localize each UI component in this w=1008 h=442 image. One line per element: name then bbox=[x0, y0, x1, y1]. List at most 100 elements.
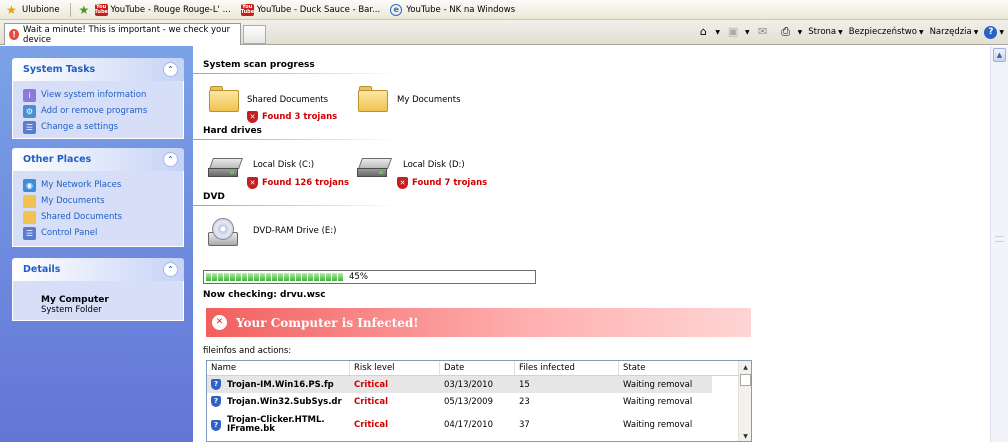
folder-icon[interactable] bbox=[209, 86, 239, 112]
table-row[interactable]: ? Trojan-Clicker.HTML. IFrame.bk Critical … bbox=[207, 410, 751, 440]
state: Waiting removal bbox=[623, 420, 693, 430]
home-button[interactable]: ⌂ ▼ bbox=[696, 25, 720, 39]
panel-item-label: My Documents bbox=[41, 196, 105, 206]
chevron-down-icon[interactable]: ▼ bbox=[715, 29, 720, 36]
risk-level: Critical bbox=[354, 396, 389, 407]
panel-item-label: My Network Places bbox=[41, 180, 122, 190]
favorites-button[interactable]: ★ Ulubione bbox=[6, 4, 60, 16]
progress-segment bbox=[260, 273, 265, 281]
ie-page-icon: e bbox=[390, 3, 403, 16]
column-header-name[interactable]: Name bbox=[207, 361, 350, 375]
programs-icon: ⚙ bbox=[23, 104, 36, 118]
progress-segment bbox=[224, 273, 229, 281]
table-header: Name Risk level Date Files infected Stat… bbox=[207, 361, 751, 376]
change-settings-link[interactable]: ☰ Change a settings bbox=[23, 119, 183, 135]
active-tab[interactable]: ! Wait a minute! This is important - we … bbox=[4, 23, 241, 45]
found-text: Found 126 trojans bbox=[262, 178, 350, 188]
page-scrollbar[interactable]: ▲ bbox=[990, 46, 1008, 442]
threat-name: Trojan-IM.Win16.PS.fp bbox=[227, 379, 334, 390]
tools-menu-label: Narzędzia bbox=[929, 27, 972, 37]
progress-segment bbox=[308, 273, 313, 281]
table-row[interactable]: ? Trojan.Win32.SubSys.dr Critical 05/13/2… bbox=[207, 393, 751, 410]
view-system-info-link[interactable]: i View system information bbox=[23, 87, 183, 103]
control-panel-link[interactable]: ☰ Control Panel bbox=[23, 225, 183, 241]
system-tasks-header[interactable]: System Tasks ⌃ bbox=[12, 58, 184, 81]
error-icon: ✕ bbox=[212, 315, 227, 330]
scroll-grip[interactable] bbox=[995, 236, 1004, 242]
hard-disk-icon[interactable] bbox=[357, 158, 393, 178]
panel-item-label: Add or remove programs bbox=[41, 106, 148, 116]
local-disk-d-label: Local Disk (D:) bbox=[403, 160, 465, 170]
hard-disk-icon[interactable] bbox=[208, 158, 244, 178]
shield-icon: ✕ bbox=[397, 177, 408, 189]
other-places-header[interactable]: Other Places ⌃ bbox=[12, 148, 184, 171]
tools-menu[interactable]: Narzędzia ▼ bbox=[930, 27, 979, 37]
task-pane: System Tasks ⌃ i View system information … bbox=[0, 46, 193, 442]
chevron-down-icon[interactable]: ▼ bbox=[798, 29, 803, 36]
print-button[interactable]: ⎙ ▼ bbox=[779, 25, 803, 39]
favorite-link-1[interactable]: ★ You Tube YouTube - Rouge Rouge-L' ... bbox=[79, 3, 231, 16]
new-tab-button[interactable] bbox=[243, 25, 266, 44]
scroll-up-icon[interactable]: ▲ bbox=[740, 362, 751, 373]
details-body: My Computer System Folder bbox=[12, 281, 184, 321]
help-button[interactable]: ? ▼ bbox=[984, 25, 1004, 39]
progress-segment bbox=[248, 273, 253, 281]
column-header-date[interactable]: Date bbox=[440, 361, 515, 375]
collapse-icon[interactable]: ⌃ bbox=[163, 262, 178, 277]
shield-icon: ✕ bbox=[247, 177, 258, 189]
progress-segment bbox=[254, 273, 259, 281]
page-menu[interactable]: Strona ▼ bbox=[808, 27, 842, 37]
table-scrollbar[interactable]: ▲ ▼ bbox=[738, 361, 751, 441]
page-content: System Tasks ⌃ i View system information … bbox=[0, 46, 990, 442]
progress-segment bbox=[212, 273, 217, 281]
favorite-link-3[interactable]: e YouTube - NK na Windows bbox=[390, 3, 515, 16]
column-header-state[interactable]: State bbox=[619, 361, 738, 375]
shield-question-icon: ? bbox=[211, 379, 221, 390]
collapse-icon[interactable]: ⌃ bbox=[163, 152, 178, 167]
panel-item-label: View system information bbox=[41, 90, 147, 100]
scroll-thumb[interactable] bbox=[740, 374, 751, 386]
details-header[interactable]: Details ⌃ bbox=[12, 258, 184, 281]
favorite-link-2[interactable]: You Tube YouTube - Duck Sauce - Bar... bbox=[240, 3, 380, 16]
section-divider bbox=[191, 139, 399, 140]
found-trojans-d: ✕ Found 7 trojans bbox=[397, 177, 487, 189]
threat-name: Trojan-Clicker.HTML. IFrame.bk bbox=[227, 416, 325, 434]
my-documents-link[interactable]: My Documents bbox=[23, 193, 183, 209]
chevron-down-icon: ▼ bbox=[918, 28, 924, 36]
progress-percent: 45% bbox=[349, 272, 368, 282]
security-menu[interactable]: Bezpieczeństwo ▼ bbox=[849, 27, 924, 37]
dvd-drive-icon[interactable] bbox=[206, 218, 240, 252]
progress-segment bbox=[320, 273, 325, 281]
collapse-icon[interactable]: ⌃ bbox=[163, 62, 178, 77]
folder-icon[interactable] bbox=[358, 86, 388, 112]
chevron-down-icon: ▼ bbox=[999, 28, 1004, 36]
network-places-link[interactable]: ◉ My Network Places bbox=[23, 177, 183, 193]
date: 03/13/2010 bbox=[444, 379, 493, 390]
scroll-down-icon[interactable]: ▼ bbox=[740, 431, 751, 441]
threat-name-line: IFrame.bk bbox=[227, 424, 275, 434]
progress-segment bbox=[266, 273, 271, 281]
star-icon: ★ bbox=[6, 2, 17, 17]
scroll-up-icon[interactable]: ▲ bbox=[993, 48, 1006, 62]
progress-segment bbox=[206, 273, 211, 281]
panel-item-label: Control Panel bbox=[41, 228, 98, 238]
feeds-button[interactable]: ▣ ▼ bbox=[726, 25, 750, 39]
mail-button[interactable]: ✉ bbox=[756, 25, 773, 39]
threats-table: Name Risk level Date Files infected Stat… bbox=[206, 360, 752, 442]
folder-icon bbox=[23, 210, 36, 224]
column-header-files[interactable]: Files infected bbox=[515, 361, 619, 375]
shared-documents-link[interactable]: Shared Documents bbox=[23, 209, 183, 225]
table-row[interactable]: ? Trojan-IM.Win16.PS.fp Critical 03/13/20… bbox=[207, 376, 712, 393]
shield-question-icon: ? bbox=[211, 396, 221, 407]
dvd-title: DVD bbox=[203, 192, 225, 202]
found-trojans-shared: ✕ Found 3 trojans bbox=[247, 111, 337, 123]
other-places-body: ◉ My Network Places My Documents Shared D… bbox=[12, 171, 184, 247]
add-remove-programs-link[interactable]: ⚙ Add or remove programs bbox=[23, 103, 183, 119]
progress-segment bbox=[338, 273, 343, 281]
risk-level: Critical bbox=[354, 379, 389, 390]
chevron-down-icon[interactable]: ▼ bbox=[745, 29, 750, 36]
add-favorite-icon[interactable]: ★ bbox=[79, 4, 92, 16]
scan-progress-bar: 45% bbox=[203, 270, 536, 284]
column-header-risk[interactable]: Risk level bbox=[350, 361, 440, 375]
progress-segment bbox=[332, 273, 337, 281]
